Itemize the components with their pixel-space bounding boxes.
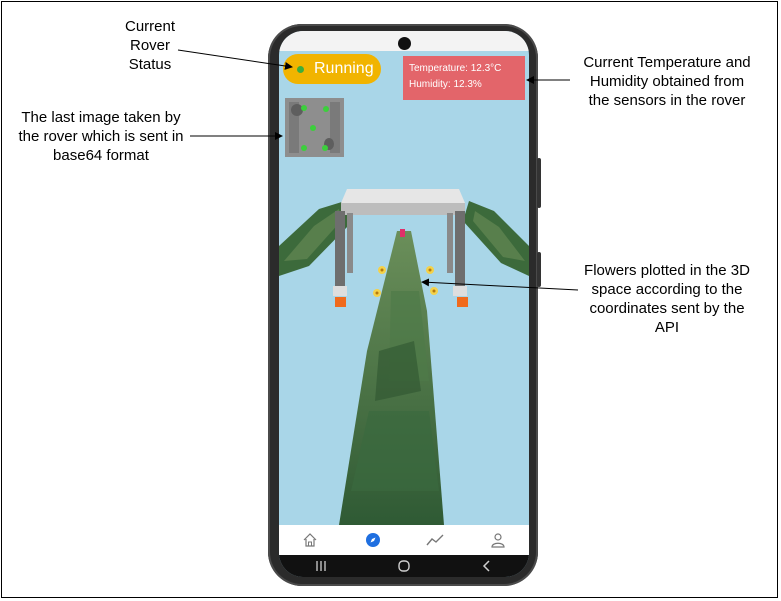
callout-line: Flowers plotted in the 3D (584, 262, 750, 279)
recent-apps-button[interactable] (306, 557, 336, 575)
nav-analytics[interactable] (420, 528, 450, 552)
callout-flowers: Flowers plotted in the 3D space accordin… (572, 261, 762, 337)
callout-line: base64 format (53, 147, 149, 164)
plant-row-center (339, 231, 444, 525)
volume-button (537, 158, 541, 208)
nav-explore[interactable] (358, 528, 388, 552)
plant-row-right (463, 201, 529, 276)
nav-home[interactable] (295, 528, 325, 552)
back-button[interactable] (472, 557, 502, 575)
last-rover-image-thumbnail[interactable] (285, 98, 344, 157)
trend-icon (426, 534, 444, 546)
sensor-readings-panel: Temperature: 12.3°C Humidity: 12.3% (403, 56, 525, 100)
temperature-reading: Temperature: 12.3°C (409, 63, 502, 74)
callout-line: Humidity obtained from (589, 73, 745, 90)
home-circle-icon (398, 560, 410, 572)
rover-status-label: Running (314, 60, 374, 77)
callout-sensors: Current Temperature and Humidity obtaine… (572, 53, 762, 110)
bottom-navigation (279, 525, 529, 555)
callout-line: API (654, 319, 680, 336)
callout-line: the sensors in the rover (588, 92, 746, 109)
callout-line: Current (124, 18, 176, 35)
callout-line: space according to the (591, 281, 743, 298)
callout-line: Status (128, 56, 172, 73)
callout-line: coordinates sent by the (589, 300, 745, 317)
callout-line: Current Temperature and (583, 54, 751, 71)
recent-apps-icon (316, 561, 326, 571)
callout-last-image: The last image taken by the rover which … (6, 108, 196, 165)
callout-line: The last image taken by (21, 109, 181, 126)
power-button (537, 252, 541, 287)
callout-rover-status: Current Rover Status (100, 17, 200, 74)
humidity-reading: Humidity: 12.3% (409, 79, 482, 90)
phone-screen: Running Temperature: 12.3°C Humidity: 12… (279, 31, 529, 577)
rover-status-badge: Running (283, 54, 381, 84)
callout-line: the rover which is sent in (18, 128, 184, 145)
back-icon (483, 560, 490, 572)
home-button[interactable] (389, 557, 419, 575)
home-icon (303, 533, 317, 547)
system-navigation-bar (279, 555, 529, 577)
nav-profile[interactable] (483, 528, 513, 552)
front-camera (398, 37, 411, 50)
callout-line: Rover (129, 37, 170, 54)
status-indicator-dot (297, 65, 304, 73)
compass-icon (365, 533, 380, 547)
user-icon (491, 533, 505, 548)
